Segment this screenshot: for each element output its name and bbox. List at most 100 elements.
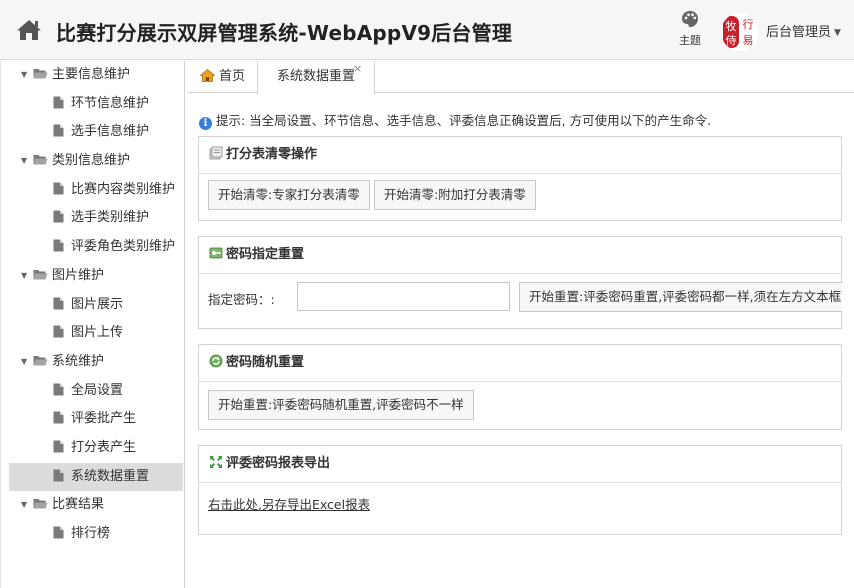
password-set-reset-button[interactable]: 开始重置:评委密码重置,评委密码都一样,须在左方文本框 [519, 282, 842, 312]
panel-export-title: 评委密码报表导出 [226, 456, 331, 471]
clear-extra-button[interactable]: 开始清零:附加打分表清零 [374, 180, 536, 210]
home-icon[interactable] [16, 19, 42, 41]
folder-open-icon [33, 62, 48, 79]
password-input[interactable] [297, 282, 510, 311]
panel-export: 评委密码报表导出 右击此处,另存导出Excel报表 [198, 445, 842, 535]
password-random-reset-button[interactable]: 开始重置:评委密码随机重置,评委密码不一样 [208, 390, 474, 420]
avatar[interactable]: 牧 侍 行 易 [721, 13, 759, 51]
sidebar-item[interactable]: 全局设置 [1, 377, 184, 406]
sidebar-group[interactable]: ▼ 图片维护 [1, 262, 184, 291]
sidebar-group[interactable]: ▼ 系统维护 [1, 348, 184, 377]
file-icon [53, 92, 64, 109]
sidebar-item-label: 选手信息维护 [71, 124, 150, 140]
file-icon [53, 293, 64, 309]
file-icon [53, 235, 64, 252]
app-header: 比赛打分展示双屏管理系统-WebAppV9后台管理 主题 牧 侍 行 易 后台管… [0, 0, 854, 60]
sidebar-item[interactable]: 图片上传 [1, 319, 184, 348]
sidebar-item[interactable]: 图片展示 [1, 291, 184, 320]
folder-open-icon [33, 492, 48, 509]
tab-bar: 首页 系统数据重置 × [187, 61, 854, 94]
sidebar-item-label: 评委角色类别维护 [71, 239, 176, 255]
sidebar-item[interactable]: 评委角色类别维护 [1, 233, 184, 262]
sidebar-group-label: 类别信息维护 [52, 153, 131, 169]
panel-clear-title: 打分表清零操作 [226, 147, 318, 162]
home-icon [199, 63, 216, 94]
hint-text: i 提示: 当全局设置、环节信息、选手信息、评委信息正确设置后, 方可使用以下的产… [199, 110, 711, 130]
panel-pwd-set-header: 密码指定重置 [199, 237, 841, 274]
sidebar-group-label: 图片维护 [52, 267, 105, 283]
expand-arrow-icon: ▼ [21, 270, 28, 280]
sidebar-item[interactable]: 比赛内容类别维护 [1, 176, 184, 205]
folder-open-icon [33, 349, 48, 366]
sidebar-group-label: 主要信息维护 [52, 67, 131, 82]
panel-pwd-random-title: 密码随机重置 [226, 355, 305, 370]
close-icon[interactable]: × [353, 63, 362, 75]
sidebar-item-label: 系统数据重置 [71, 468, 150, 484]
sidebar-item-label: 图片上传 [71, 325, 124, 341]
sidebar-item-label: 排行榜 [71, 526, 111, 541]
panel-password-set: 密码指定重置 指定密码：: 开始重置:评委密码重置,评委密码都一样,须在左方文本… [198, 236, 842, 329]
sidebar-item[interactable]: 选手类别维护 [1, 204, 184, 233]
expand-arrow-icon: ▼ [21, 70, 28, 79]
caret-down-icon: ▼ [834, 28, 841, 38]
panel-clear-scores: 打分表清零操作 开始清零:专家打分表清零 开始清零:附加打分表清零 [198, 136, 842, 221]
key-icon [209, 239, 223, 259]
sidebar-item-label: 图片展示 [71, 296, 124, 312]
svg-text:行: 行 [743, 18, 754, 31]
sidebar-item-label: 环节信息维护 [71, 95, 150, 111]
database-icon [209, 139, 223, 160]
expand-arrows-icon [209, 448, 223, 468]
admin-menu[interactable]: 后台管理员 ▼ [766, 21, 841, 40]
clear-expert-button[interactable]: 开始清零:专家打分表清零 [208, 180, 370, 210]
palette-icon [674, 10, 706, 28]
sidebar-item[interactable]: 环节信息维护 [1, 90, 184, 119]
sidebar-group[interactable]: ▼ 主要信息维护 [1, 61, 184, 90]
svg-text:易: 易 [743, 34, 754, 47]
sidebar-item[interactable]: 系统数据重置 [9, 462, 183, 492]
sidebar-item-label: 比赛内容类别维护 [71, 181, 176, 197]
tab-home-label: 首页 [219, 69, 246, 84]
expand-arrow-icon: ▼ [21, 156, 28, 166]
file-icon [53, 206, 64, 223]
hint-label: 提示: 当全局设置、环节信息、选手信息、评委信息正确设置后, 方可使用以下的产生… [216, 113, 712, 128]
sidebar-group-label: 系统维护 [52, 353, 105, 369]
admin-label: 后台管理员 [766, 25, 832, 40]
expand-arrow-icon: ▼ [21, 356, 28, 366]
sidebar-group[interactable]: ▼ 比赛结果 [1, 491, 184, 520]
svg-text:侍: 侍 [726, 34, 737, 47]
file-icon [53, 379, 64, 396]
file-icon [53, 436, 64, 453]
sidebar-item-label: 打分表产生 [71, 439, 137, 455]
app-title: 比赛打分展示双屏管理系统-WebAppV9后台管理 [56, 21, 513, 45]
sidebar-item[interactable]: 选手信息维护 [1, 118, 184, 147]
panel-pwd-random-header: 密码随机重置 [199, 345, 841, 382]
sidebar-group[interactable]: ▼ 类别信息维护 [1, 147, 184, 176]
export-excel-link[interactable]: 右击此处,另存导出Excel报表 [208, 494, 370, 513]
sidebar-group-label: 比赛结果 [52, 497, 105, 513]
panel-pwd-set-title: 密码指定重置 [226, 247, 305, 262]
folder-open-icon [33, 263, 48, 280]
sidebar-item-label: 选手类别维护 [71, 210, 150, 226]
theme-label: 主题 [679, 34, 701, 47]
sidebar-item[interactable]: 评委批产生 [1, 405, 184, 434]
refresh-icon [209, 347, 223, 368]
sidebar-item[interactable]: 打分表产生 [1, 434, 184, 463]
file-icon [53, 465, 64, 482]
file-icon [53, 321, 64, 338]
folder-open-icon [33, 148, 48, 165]
theme-button[interactable]: 主题 [674, 10, 706, 48]
tab-home[interactable]: 首页 [187, 61, 257, 93]
file-icon [53, 120, 64, 137]
sidebar-item-label: 全局设置 [71, 382, 124, 398]
svg-text:牧: 牧 [726, 19, 737, 33]
sidebar-item-label: 评委批产生 [71, 411, 137, 427]
panel-password-random: 密码随机重置 开始重置:评委密码随机重置,评委密码不一样 [198, 344, 842, 430]
file-icon [53, 522, 64, 539]
panel-clear-header: 打分表清零操作 [199, 137, 841, 174]
info-icon: i [199, 117, 212, 130]
panel-export-header: 评委密码报表导出 [199, 446, 841, 483]
file-icon [53, 178, 64, 195]
sidebar-item[interactable]: 排行榜 [1, 520, 184, 549]
main-content: 首页 系统数据重置 × i 提示: 当全局设置、环节信息、选手信息、评委信息正确设… [187, 61, 854, 588]
file-icon [53, 407, 64, 424]
